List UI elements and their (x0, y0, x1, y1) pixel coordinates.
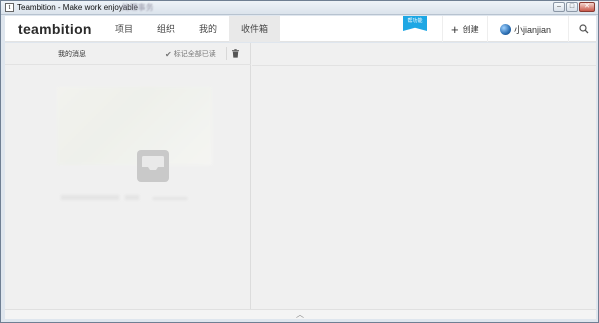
nav-item-mine[interactable]: 我的 (187, 16, 229, 42)
create-label: 创建 (462, 24, 479, 34)
plus-icon: + (451, 21, 459, 37)
chevron-up-icon[interactable]: ︿ (296, 310, 304, 320)
detail-header-divider (252, 65, 596, 66)
minimize-button[interactable]: – (553, 2, 565, 12)
main-nav: 项目 组织 我的 收件箱 (103, 16, 281, 42)
delete-button[interactable] (231, 49, 240, 58)
brand-logo[interactable]: teambition (18, 20, 92, 38)
search-button[interactable] (572, 16, 596, 42)
bottom-bar: ︿ (5, 309, 596, 319)
close-button[interactable]: ✕ (579, 2, 595, 12)
faded-text-line (153, 197, 187, 200)
maximize-button[interactable]: □ (566, 2, 578, 12)
faded-text-line (61, 195, 119, 200)
user-menu[interactable]: 小jianjian (493, 16, 569, 42)
trash-icon (232, 49, 239, 58)
create-button[interactable]: + 创建 (442, 16, 488, 42)
message-list-panel: 我的消息 ✔ 标记全部已读 (5, 43, 251, 309)
inbox-tray-icon (137, 150, 169, 182)
check-icon: ✔ (165, 49, 172, 59)
header-divider (226, 47, 227, 60)
nav-item-organization[interactable]: 组织 (145, 16, 187, 42)
app-logo-icon: t (5, 3, 14, 12)
user-name: 小jianjian (514, 24, 552, 35)
message-detail-panel (252, 43, 596, 309)
faded-text-line (125, 195, 139, 200)
app-header: teambition 项目 组织 我的 收件箱 帮功能 + 创建 小jianji… (5, 16, 596, 42)
nav-item-inbox[interactable]: 收件箱 (229, 16, 281, 42)
avatar (500, 23, 511, 35)
inbox-content: 我的消息 ✔ 标记全部已读 (5, 43, 596, 309)
message-list-header: 我的消息 ✔ 标记全部已读 (5, 43, 251, 65)
panel-title: 我的消息 (58, 51, 86, 58)
window-controls: – □ ✕ (553, 2, 595, 12)
window-title-blurred: ·处理事务 (119, 3, 154, 12)
new-feature-badge[interactable]: 帮功能 (403, 16, 427, 31)
faded-message-preview (57, 87, 212, 165)
mark-all-read-button[interactable]: ✔ 标记全部已读 (165, 49, 216, 59)
app-window: t Teambition - Make work enjoyable ·处理事务… (0, 0, 599, 323)
window-titlebar[interactable]: t Teambition - Make work enjoyable ·处理事务… (1, 1, 598, 15)
nav-item-projects[interactable]: 项目 (103, 16, 145, 42)
search-icon (579, 24, 589, 34)
mark-all-read-label: 标记全部已读 (173, 51, 216, 58)
